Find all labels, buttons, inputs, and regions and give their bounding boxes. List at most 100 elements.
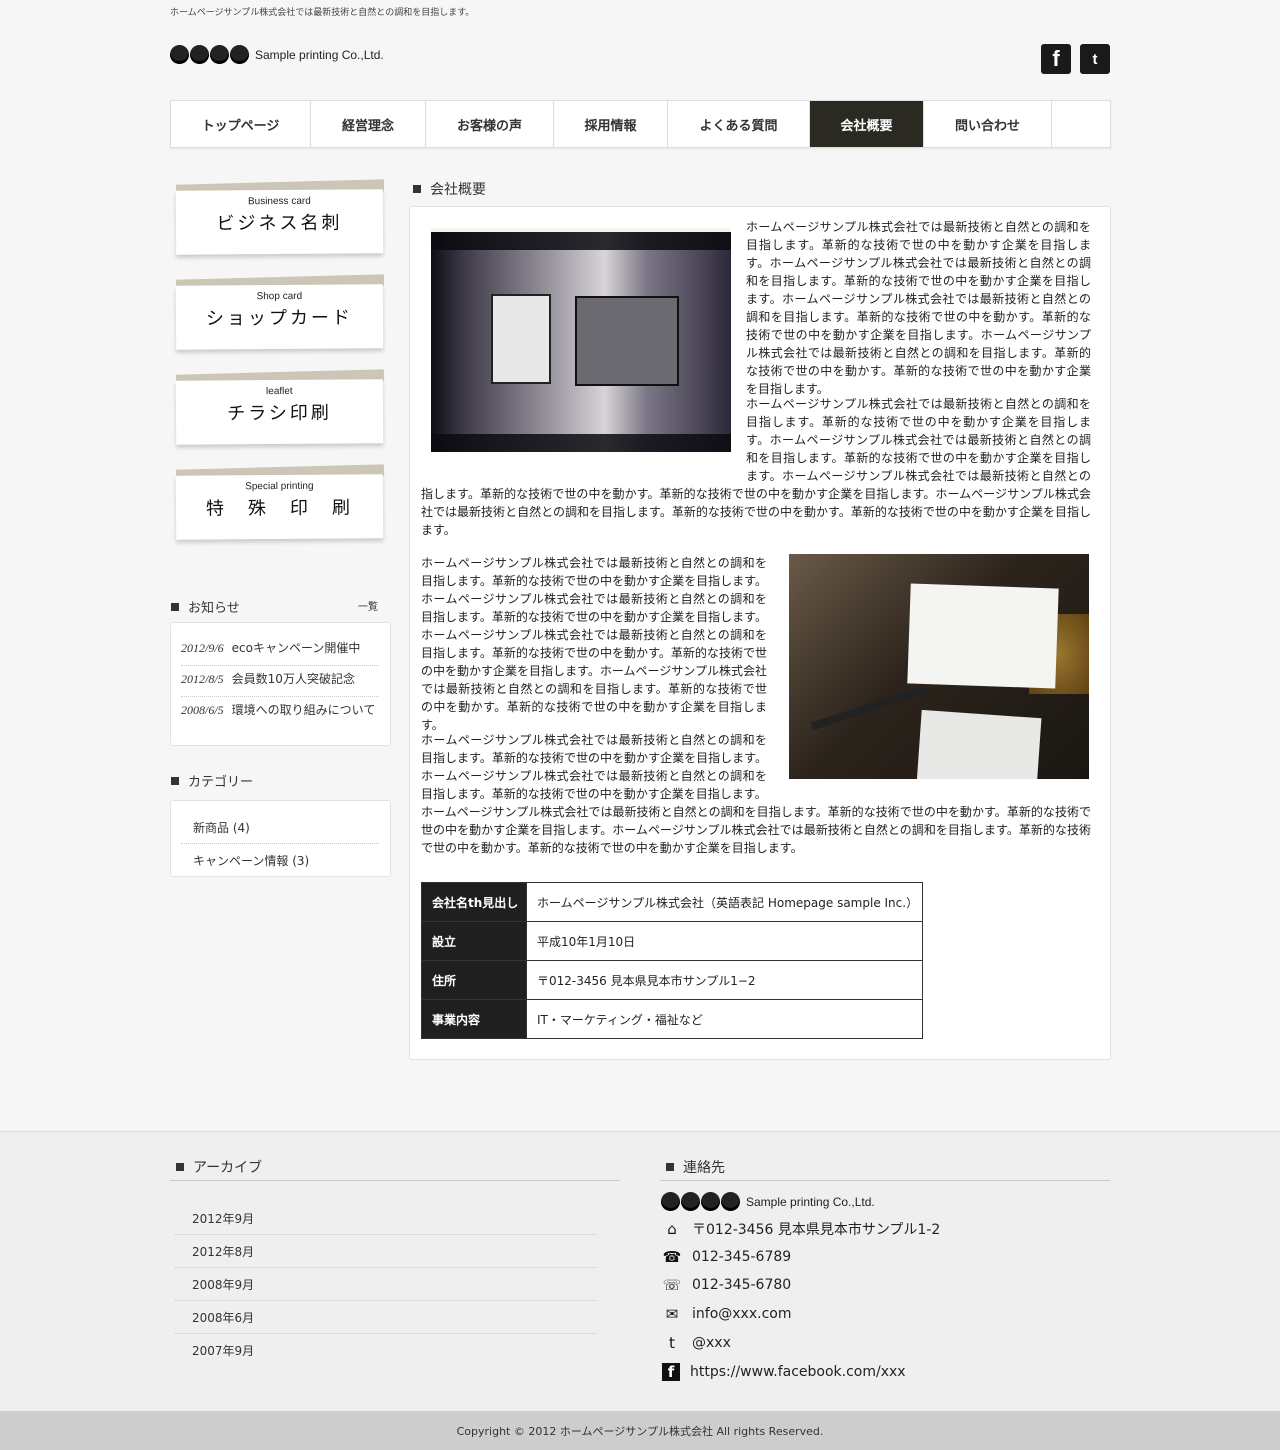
nav-item-company[interactable]: 会社概要 bbox=[810, 101, 924, 147]
table-row: 会社名th見出し ホームページサンプル株式会社（英語表記 Homepage sam… bbox=[421, 882, 923, 922]
global-nav: トップページ 経営理念 お客様の声 採用情報 よくある質問 会社概要 問い合わせ bbox=[170, 100, 1111, 148]
facebook-icon: f bbox=[662, 1363, 680, 1381]
site-logo[interactable]: Sample printing Co.,Ltd. bbox=[170, 45, 384, 64]
category-list: 新商品 (4) キャンペーン情報 (3) bbox=[170, 800, 391, 877]
list-item[interactable]: 2012/8/5 会員数10万人突破記念 bbox=[181, 671, 379, 688]
contact-mail: ✉ info@xxx.com bbox=[662, 1305, 792, 1323]
news-date: 2008/6/5 bbox=[181, 703, 224, 717]
logo-mark bbox=[661, 1192, 741, 1211]
archive-link[interactable]: 2012年8月 bbox=[192, 1243, 254, 1260]
square-bullet-icon bbox=[171, 776, 179, 785]
banner-jp-label: 特 殊 印 刷 bbox=[205, 497, 354, 520]
site-tagline: ホームページサンプル株式会社では最新技術と自然との調和を目指します。 bbox=[170, 8, 475, 18]
list-item[interactable]: 2008/6/5 環境への取り組みについて bbox=[181, 702, 379, 719]
banner-shop-card[interactable]: Shop card ショップカード bbox=[175, 274, 386, 352]
news-list: 2012/9/6 ecoキャンペーン開催中 2012/8/5 会員数10万人突破記念… bbox=[170, 622, 391, 746]
table-header-cell: 設立 bbox=[421, 921, 527, 961]
station-photo bbox=[431, 228, 731, 452]
site-footer: アーカイブ 2012年9月 2012年8月 2008年9月 2008年6月 20… bbox=[0, 1131, 1280, 1411]
table-row: 事業内容 IT・マーケティング・福祉など bbox=[421, 999, 923, 1039]
paragraph: ホームページサンプル株式会社では最新技術と自然との調和を目指します。革新的な技術… bbox=[421, 805, 1091, 855]
logo-mark bbox=[170, 45, 250, 64]
square-bullet-icon bbox=[171, 602, 179, 611]
category-item[interactable]: キャンペーン情報 (3) bbox=[193, 852, 309, 869]
contact-heading: 連絡先 bbox=[666, 1157, 725, 1177]
contact-facebook: f https://www.facebook.com/xxx bbox=[662, 1363, 906, 1381]
contact-text[interactable]: info@xxx.com bbox=[692, 1306, 791, 1322]
paragraph: ホームページサンプル株式会社では最新技術と自然との調和を目指します。革新的な技術… bbox=[746, 397, 1091, 483]
table-row: 設立 平成10年1月10日 bbox=[421, 921, 923, 961]
contact-text[interactable]: https://www.facebook.com/xxx bbox=[690, 1364, 906, 1380]
table-cell: IT・マーケティング・福祉など bbox=[526, 999, 923, 1039]
paragraph: ホームページサンプル株式会社では最新技術と自然との調和を目指します。革新的な技術… bbox=[421, 556, 767, 732]
contact-phone: ☎ 012-345-6789 bbox=[662, 1248, 792, 1266]
archive-link[interactable]: 2008年9月 bbox=[192, 1276, 254, 1293]
archive-link[interactable]: 2012年9月 bbox=[192, 1210, 254, 1227]
contact-text[interactable]: @xxx bbox=[692, 1335, 731, 1351]
nav-item-voice[interactable]: お客様の声 bbox=[426, 101, 554, 147]
footer-logo: Sample printing Co.,Ltd. bbox=[661, 1192, 875, 1211]
archive-heading: アーカイブ bbox=[176, 1157, 262, 1177]
category-item[interactable]: 新商品 (4) bbox=[193, 819, 250, 836]
square-bullet-icon bbox=[413, 185, 421, 193]
square-bullet-icon bbox=[666, 1163, 674, 1171]
table-header-cell: 会社名th見出し bbox=[421, 882, 527, 922]
logo-text: Sample printing Co.,Ltd. bbox=[255, 47, 384, 62]
fax-icon: ☏ bbox=[662, 1276, 682, 1294]
news-heading: お知らせ bbox=[171, 597, 240, 616]
twitter-icon: t bbox=[669, 1334, 675, 1352]
banner-jp-label: チラシ印刷 bbox=[227, 402, 332, 425]
banner-business-card[interactable]: Business card ビジネス名刺 bbox=[175, 179, 386, 257]
banner-jp-label: ショップカード bbox=[205, 307, 354, 330]
category-title: カテゴリー bbox=[188, 775, 254, 790]
paragraph: ホームページサンプル株式会社では最新技術と自然との調和を目指します。革新的な技術… bbox=[421, 733, 767, 801]
table-cell: 平成10年1月10日 bbox=[526, 921, 923, 961]
table-row: 住所 〒012-3456 見本県見本市サンプル1−2 bbox=[421, 960, 923, 1000]
table-header-cell: 住所 bbox=[421, 960, 527, 1000]
table-header-cell: 事業内容 bbox=[421, 999, 527, 1039]
logo-text: Sample printing Co.,Ltd. bbox=[746, 1194, 875, 1209]
news-text: ecoキャンペーン開催中 bbox=[231, 641, 361, 655]
category-heading: カテゴリー bbox=[171, 771, 253, 790]
news-title: お知らせ bbox=[188, 601, 240, 616]
archive-link[interactable]: 2008年6月 bbox=[192, 1309, 254, 1326]
banner-jp-label: ビジネス名刺 bbox=[216, 212, 343, 235]
news-text: 会員数10万人突破記念 bbox=[231, 672, 355, 686]
archive-link[interactable]: 2007年9月 bbox=[192, 1342, 254, 1359]
nav-item-recruit[interactable]: 採用情報 bbox=[554, 101, 668, 147]
square-bullet-icon bbox=[176, 1163, 184, 1171]
banner-leaflet[interactable]: leaflet チラシ印刷 bbox=[175, 369, 386, 447]
business-card-photo bbox=[789, 554, 1089, 779]
company-info-table: 会社名th見出し ホームページサンプル株式会社（英語表記 Homepage sam… bbox=[421, 882, 923, 1039]
contact-text: 〒012-3456 見本県見本市サンプル1-2 bbox=[692, 1222, 941, 1238]
nav-item-contact[interactable]: 問い合わせ bbox=[924, 101, 1052, 147]
archive-title: アーカイブ bbox=[193, 1160, 263, 1176]
banner-en-label: Shop card bbox=[256, 290, 303, 303]
paragraph: 指します。革新的な技術で世の中を動かす。革新的な技術で世の中を動かす企業を目指し… bbox=[421, 487, 1091, 537]
nav-item-philosophy[interactable]: 経営理念 bbox=[311, 101, 426, 147]
banner-en-label: Special printing bbox=[245, 480, 314, 493]
news-text: 環境への取り組みについて bbox=[231, 703, 376, 717]
facebook-icon[interactable]: f bbox=[1041, 44, 1071, 74]
banner-en-label: Business card bbox=[247, 195, 311, 208]
nav-item-top[interactable]: トップページ bbox=[171, 101, 311, 147]
main-content: ホームページサンプル株式会社では最新技術と自然との調和を目指します。革新的な技術… bbox=[409, 206, 1111, 1060]
list-item[interactable]: 2012/9/6 ecoキャンペーン開催中 bbox=[181, 640, 379, 657]
paragraph: ホームページサンプル株式会社では最新技術と自然との調和を目指します。革新的な技術… bbox=[746, 220, 1091, 396]
banner-special-printing[interactable]: Special printing 特 殊 印 刷 bbox=[175, 464, 386, 542]
home-icon: ⌂ bbox=[667, 1220, 677, 1238]
news-more-link[interactable]: 一覧 bbox=[358, 598, 378, 613]
news-date: 2012/8/5 bbox=[181, 672, 224, 686]
nav-item-faq[interactable]: よくある質問 bbox=[668, 101, 810, 147]
twitter-icon[interactable]: t bbox=[1080, 44, 1110, 74]
banner-en-label: leaflet bbox=[265, 385, 293, 398]
contact-text[interactable]: 012-345-6789 bbox=[692, 1249, 791, 1265]
page-title: 会社概要 bbox=[430, 182, 486, 198]
contact-text: 012-345-6780 bbox=[692, 1277, 792, 1293]
table-cell: 〒012-3456 見本県見本市サンプル1−2 bbox=[526, 960, 923, 1000]
phone-icon: ☎ bbox=[662, 1248, 682, 1266]
news-date: 2012/9/6 bbox=[181, 641, 224, 655]
contact-twitter: t @xxx bbox=[662, 1334, 731, 1352]
contact-title: 連絡先 bbox=[683, 1160, 725, 1176]
main-heading: 会社概要 bbox=[413, 179, 486, 199]
